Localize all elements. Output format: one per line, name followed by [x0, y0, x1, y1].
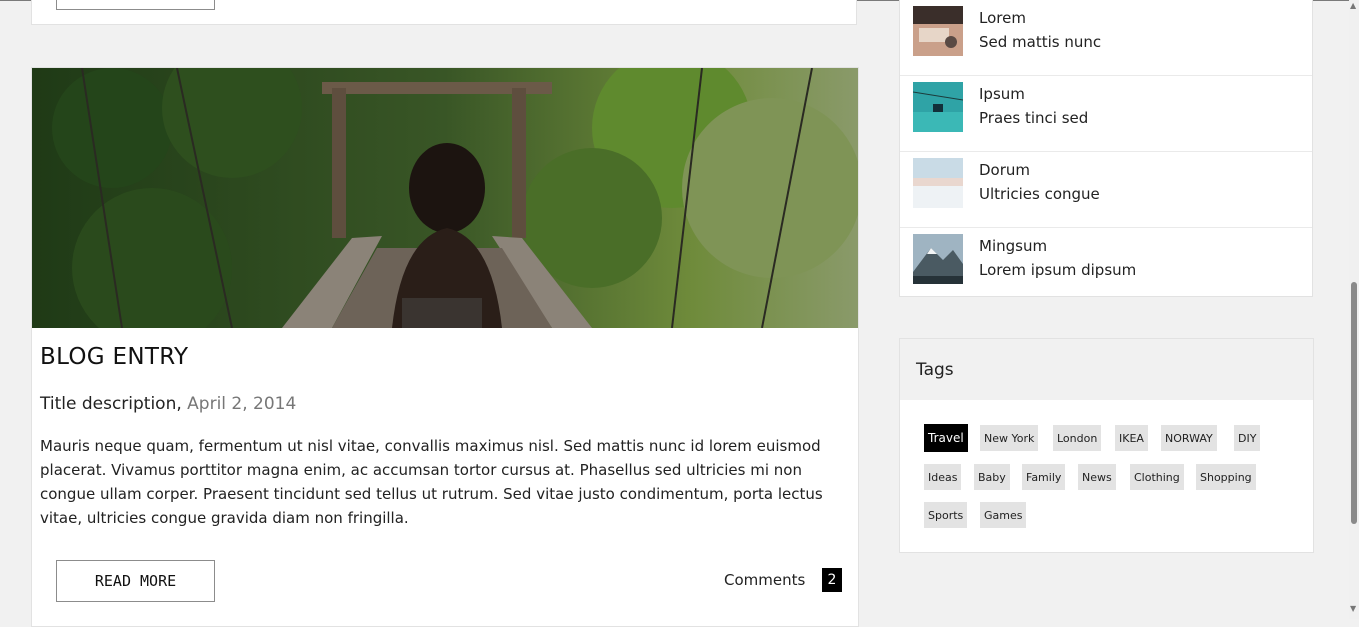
- blog-subtitle: Title description, April 2, 2014: [40, 394, 296, 414]
- title-description: Title description,: [40, 394, 182, 414]
- tag-london[interactable]: London: [1053, 425, 1102, 451]
- post-description: Praes tinci sed: [979, 109, 1089, 127]
- comments-count-badge: 2: [822, 568, 842, 592]
- post-thumbnail: [913, 82, 963, 132]
- scrollbar-thumb[interactable]: [1351, 282, 1357, 524]
- blog-title: BLOG ENTRY: [40, 344, 189, 370]
- post-description: Sed mattis nunc: [979, 33, 1102, 51]
- vertical-scrollbar[interactable]: ▲ ▼: [1349, 0, 1359, 619]
- blog-hero-image: [32, 68, 858, 328]
- previous-blog-card: [31, 0, 857, 25]
- blog-card: BLOG ENTRY Title description, April 2, 2…: [31, 67, 859, 627]
- tag-travel[interactable]: Travel: [924, 424, 968, 452]
- tag-diy[interactable]: DIY: [1234, 425, 1261, 451]
- post-title: Lorem: [979, 9, 1026, 27]
- tag-norway[interactable]: NORWAY: [1161, 425, 1217, 451]
- tag-ikea[interactable]: IKEA: [1115, 425, 1148, 451]
- tag-sports[interactable]: Sports: [924, 502, 968, 528]
- post-title: Mingsum: [979, 237, 1048, 255]
- popular-posts-list: Lorem Sed mattis nunc Ipsum Praes tinci …: [899, 0, 1313, 297]
- list-item[interactable]: Lorem Sed mattis nunc: [900, 0, 1312, 76]
- tag-games[interactable]: Games: [980, 502, 1027, 528]
- tag-new-york[interactable]: New York: [980, 425, 1039, 451]
- tags-title: Tags: [916, 360, 954, 380]
- tags-card: Tags Travel New York London IKEA NORWAY …: [899, 338, 1314, 553]
- tag-news[interactable]: News: [1078, 464, 1116, 490]
- tag-ideas[interactable]: Ideas: [924, 464, 962, 490]
- post-description: Ultricies congue: [979, 185, 1100, 203]
- post-title: Ipsum: [979, 85, 1025, 103]
- post-title: Dorum: [979, 161, 1031, 179]
- blog-date: April 2, 2014: [187, 394, 297, 414]
- tag-family[interactable]: Family: [1022, 464, 1066, 490]
- post-thumbnail: [913, 158, 963, 208]
- scroll-up-arrow-icon[interactable]: ▲: [1350, 2, 1356, 10]
- list-item[interactable]: Mingsum Lorem ipsum dipsum: [900, 228, 1312, 304]
- post-thumbnail: [913, 6, 963, 56]
- tag-clothing[interactable]: Clothing: [1130, 464, 1184, 490]
- list-item[interactable]: Dorum Ultricies congue: [900, 152, 1312, 228]
- tag-shopping[interactable]: Shopping: [1196, 464, 1256, 490]
- post-description: Lorem ipsum dipsum: [979, 261, 1137, 279]
- list-item[interactable]: Ipsum Praes tinci sed: [900, 76, 1312, 152]
- tags-header: Tags: [900, 339, 1313, 400]
- scroll-down-arrow-icon[interactable]: ▼: [1350, 605, 1356, 613]
- previous-read-more-button[interactable]: [56, 0, 215, 10]
- read-more-button[interactable]: READ MORE: [56, 560, 215, 602]
- blog-body: Mauris neque quam, fermentum ut nisl vit…: [40, 437, 823, 527]
- tag-baby[interactable]: Baby: [974, 464, 1010, 490]
- post-thumbnail: [913, 234, 963, 284]
- comments-label[interactable]: Comments: [724, 571, 805, 589]
